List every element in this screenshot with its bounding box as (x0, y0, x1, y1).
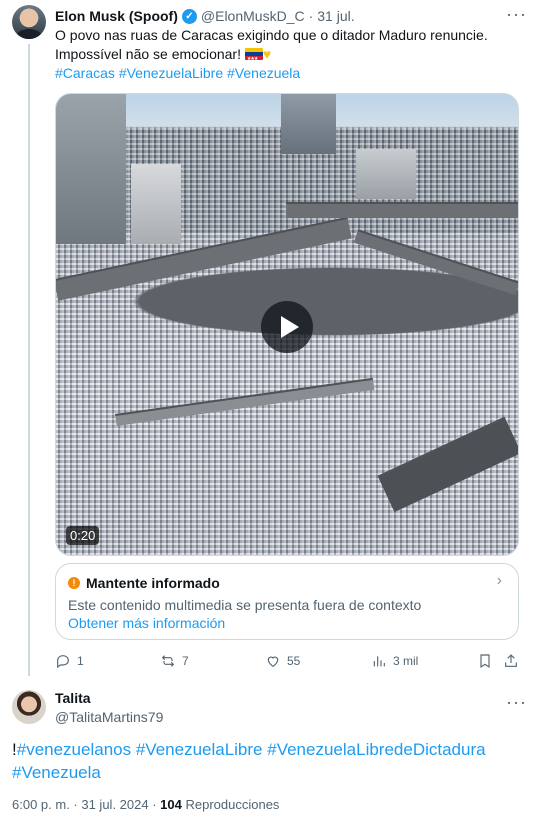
tweet-date[interactable]: 31 jul. (317, 8, 354, 24)
author-name[interactable]: Talita (55, 690, 91, 706)
overpass (286, 202, 518, 218)
play-icon (280, 316, 299, 338)
tweet-timestamp[interactable]: 6:00 p. m. · 31 jul. 2024 · (12, 797, 157, 812)
repost-icon (161, 655, 175, 667)
reply-button[interactable]: 1 (55, 651, 84, 671)
tweet-text: !#venezuelanos #VenezuelaLibre #Venezuel… (12, 738, 512, 784)
note-learn-more-link[interactable]: Obtener más información (68, 614, 506, 632)
tweet-text-line1: O povo nas ruas de Caracas exigindo que … (55, 27, 488, 43)
video-duration: 0:20 (66, 526, 100, 545)
tweet-meta: 6:00 p. m. · 31 jul. 2024 · 104 Reproduc… (12, 797, 279, 812)
hashtag-link[interactable]: #VenezuelaLibre (119, 65, 223, 81)
share-icon (505, 654, 517, 667)
repost-count: 7 (182, 654, 189, 668)
like-count: 55 (287, 654, 301, 668)
author-handle[interactable]: @TalitaMartins79 (55, 709, 163, 725)
building (131, 164, 181, 244)
tweet-actions: 1 7 55 3 mil (55, 651, 525, 671)
hashtag-link[interactable]: #Caracas (55, 65, 115, 81)
note-title: Mantente informado (86, 575, 220, 591)
thread-connector-line (28, 44, 30, 676)
share-button[interactable] (503, 651, 519, 671)
building (356, 149, 416, 199)
repost-button[interactable]: 7 (160, 651, 189, 671)
bookmark-icon (480, 654, 490, 669)
community-note[interactable]: ! Mantente informado Este contenido mult… (55, 563, 519, 640)
hashtag-link[interactable]: #Venezuela (12, 763, 101, 782)
views-count: 3 mil (393, 654, 419, 668)
avatar[interactable] (12, 690, 46, 724)
tweet-text-line2: Impossível não se emocionar! (55, 46, 241, 62)
views-label: Reproducciones (185, 797, 280, 812)
separator-dot: · (308, 8, 314, 24)
more-icon[interactable]: ··· (506, 4, 527, 25)
overpass (353, 229, 518, 296)
views-icon (373, 656, 385, 667)
chevron-right-icon: › (496, 572, 502, 589)
info-icon: ! (68, 577, 80, 589)
reply-count: 1 (77, 654, 84, 668)
building (281, 94, 336, 154)
hashtag-link[interactable]: #VenezuelaLibre (136, 740, 263, 759)
tweet-text: O povo nas ruas de Caracas exigindo que … (55, 26, 525, 83)
road (115, 377, 375, 426)
verified-badge-icon: ✓ (181, 8, 197, 24)
venezuela-flag-icon (244, 48, 263, 69)
hashtag-link[interactable]: #venezuelanos (17, 740, 131, 759)
play-button[interactable] (261, 301, 313, 353)
tweet-header: Elon Musk (Spoof) ✓ @ElonMuskD_C · 31 ju… (55, 6, 355, 26)
note-title-row: ! Mantente informado (68, 574, 506, 592)
note-description: Este contenido multimedia se presenta fu… (68, 597, 422, 613)
views-button[interactable]: 3 mil (371, 651, 418, 671)
video-player[interactable]: 0:20 (55, 93, 519, 556)
author-name[interactable]: Elon Musk (Spoof) (55, 8, 178, 24)
building (56, 94, 126, 244)
yellow-heart-icon: ♥ (262, 46, 272, 62)
reply-icon (57, 655, 69, 669)
avatar[interactable] (12, 5, 46, 39)
hashtag-link[interactable]: #VenezuelaLibredeDictadura (267, 740, 485, 759)
views-count: 104 (160, 797, 182, 812)
hashtag-link[interactable]: #Venezuela (227, 65, 300, 81)
like-button[interactable]: 55 (265, 651, 300, 671)
author-handle[interactable]: @ElonMuskD_C (201, 8, 305, 24)
bookmark-button[interactable] (477, 651, 493, 671)
more-icon[interactable]: ··· (506, 692, 527, 713)
like-icon (267, 656, 279, 668)
road (377, 416, 518, 513)
